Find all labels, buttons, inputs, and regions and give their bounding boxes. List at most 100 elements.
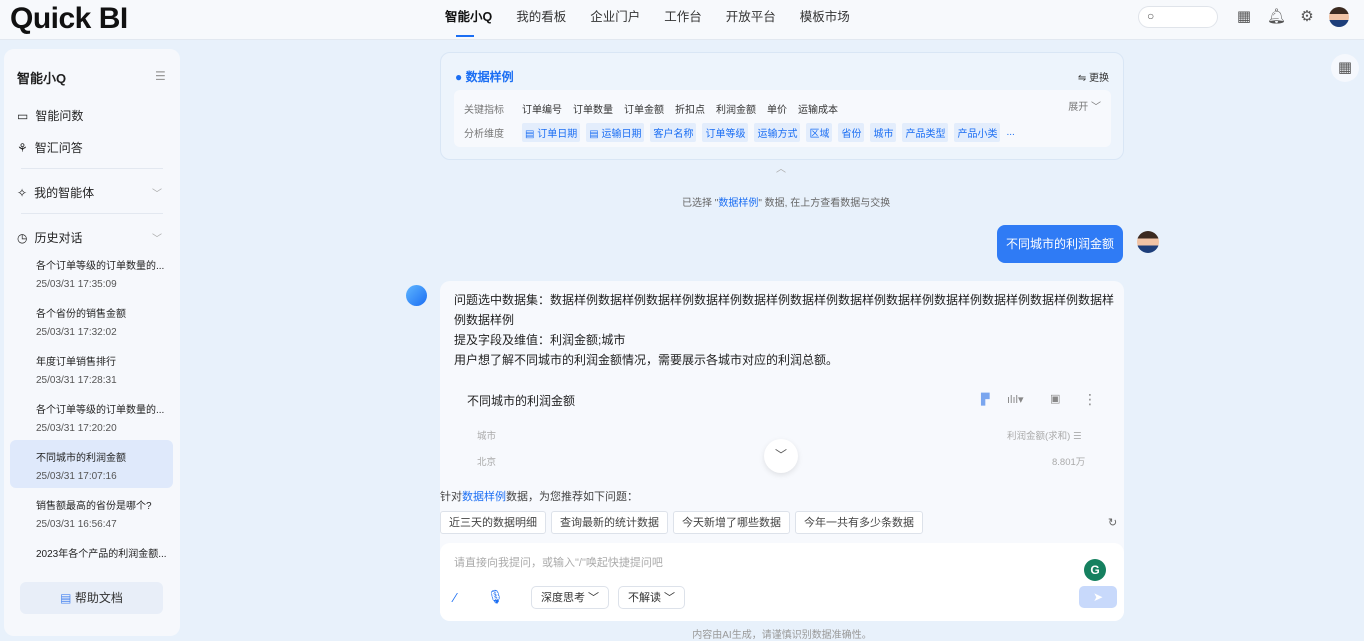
deep-think-select[interactable]: 深度思考 ﹀: [531, 586, 610, 609]
sidebar-item-label: 我的智能体: [34, 186, 95, 200]
column-header-profit[interactable]: 利润金额(求和) ☰: [1007, 428, 1081, 442]
chevron-down-icon[interactable]: ﹀: [152, 230, 162, 245]
history-title: 销售额最高的省份是哪个?: [36, 501, 152, 512]
dim-tag: ▤ 运输日期: [586, 123, 645, 142]
cell-city: 北京: [477, 457, 497, 468]
search-input[interactable]: ○: [1138, 6, 1218, 28]
chevron-down-icon[interactable]: ﹀: [152, 185, 162, 200]
column-header-city: 城市: [477, 431, 497, 442]
dataset-note: 已选择 "数据样例" 数据, 在上方查看数据与交换: [682, 198, 891, 209]
dim-tag: 运输方式: [754, 123, 801, 142]
dim-tag: 省份: [838, 123, 865, 142]
dim-tag: ▤ 订单日期: [522, 123, 581, 142]
history-item-selected[interactable]: 不同城市的利润金额 25/03/31 17:07:16: [10, 440, 173, 488]
history-title: 各个订单等级的订单数量的...: [36, 261, 165, 272]
nav-template-market[interactable]: 模板市场: [788, 0, 862, 40]
nav-smart-q[interactable]: 智能小Q: [445, 0, 504, 40]
user-message: 不同城市的利润金额: [997, 225, 1123, 263]
metrics-label: 关键指标: [464, 105, 504, 116]
history-date: 25/03/31 17:28:31: [36, 375, 117, 386]
main-nav: 智能小Q 我的看板 企业门户 工作台 开放平台 模板市场: [445, 0, 862, 40]
ai-disclaimer: 内容由AI生成，请谨慎识别数据准确性。: [692, 630, 872, 641]
input-placeholder: 请直接向我提问，或输入"/"唤起快捷提问吧: [454, 557, 663, 569]
suggestion-chip[interactable]: 近三天的数据明细: [440, 511, 546, 534]
search-icon: ○: [1147, 9, 1155, 23]
metric: 订单数量: [573, 105, 613, 116]
suggestion-chip[interactable]: 今年一共有多少条数据: [795, 511, 923, 534]
metric: 订单金额: [624, 105, 664, 116]
nav-my-boards[interactable]: 我的看板: [504, 0, 578, 40]
layout-grid-icon[interactable]: ▦: [1331, 54, 1359, 82]
avatar[interactable]: [1329, 7, 1349, 27]
nav-open-platform[interactable]: 开放平台: [714, 0, 788, 40]
more-dims[interactable]: ...: [1006, 127, 1014, 138]
chart-chat-icon: ▭: [17, 108, 29, 123]
answer-line: 用户想了解不同城市的利润金额情况，需要展示各城市对应的利润总额。: [454, 353, 839, 367]
history-item[interactable]: 销售额最高的省份是哪个? 25/03/31 16:56:47: [10, 488, 173, 536]
recommend-label: 针对数据样例数据，为您推荐如下问题：: [440, 491, 638, 503]
dataset-fields: 关键指标 订单编号 订单数量 订单金额 折扣点 利润金额 单价 运输成本 展开 …: [454, 90, 1111, 147]
metric: 运输成本: [798, 105, 838, 116]
assistant-answer: 问题选中数据集：数据样例数据样例数据样例数据样例数据样例数据样例数据样例数据样例…: [440, 281, 1124, 621]
microphone-icon[interactable]: 🎙︎: [487, 589, 504, 605]
sidebar-title: 智能小Q: [17, 71, 67, 86]
user-avatar: [1137, 231, 1159, 253]
send-icon: ➤: [1092, 590, 1104, 604]
magic-wand-icon[interactable]: ⁄: [454, 590, 456, 605]
switch-dataset-button[interactable]: ⇋ 更换: [1078, 69, 1109, 84]
dim-tag: 客户名称: [650, 123, 697, 142]
history-item[interactable]: 年度订单销售排行 25/03/31 17:28:31: [10, 344, 173, 392]
history-item[interactable]: 各个订单等级的订单数量的... 25/03/31 17:35:09: [10, 248, 173, 296]
send-button[interactable]: ➤: [1079, 586, 1117, 608]
sql-icon[interactable]: ▣: [1050, 392, 1060, 405]
dims-row: 分析维度 ▤ 订单日期 ▤ 运输日期 客户名称 订单等级 运输方式 区域 省份 …: [464, 123, 1015, 142]
nav-workbench[interactable]: 工作台: [652, 0, 714, 40]
sidebar-item-smart-query[interactable]: ▭ 智能问数: [17, 107, 83, 124]
sparkle-icon: ✧: [17, 185, 28, 200]
dim-tag: 城市: [870, 123, 897, 142]
top-bar: Quick BI 智能小Q 我的看板 企业门户 工作台 开放平台 模板市场 ○ …: [0, 0, 1364, 40]
dim-tag: 产品类型: [902, 123, 949, 142]
metric: 单价: [767, 105, 787, 116]
history-title: 年度订单销售排行: [36, 357, 116, 368]
bell-icon[interactable]: 🔔︎: [1267, 8, 1286, 26]
more-options-icon[interactable]: ⋮: [1083, 391, 1097, 408]
help-docs-button[interactable]: ▤ 帮助文档: [20, 582, 163, 614]
expand-label: 展开: [1068, 102, 1089, 113]
history-date: 25/03/31 17:32:02: [36, 327, 117, 338]
dataset-name[interactable]: ● 数据样例: [455, 68, 514, 85]
logo[interactable]: Quick BI: [10, 2, 128, 36]
grammarly-icon[interactable]: G: [1084, 559, 1106, 581]
metric: 订单编号: [522, 105, 562, 116]
result-card-title: 不同城市的利润金额: [467, 394, 576, 408]
gear-icon[interactable]: ⚙: [1298, 8, 1316, 26]
divider: [21, 213, 163, 214]
history-title: 不同城市的利润金额: [36, 453, 126, 464]
suggestion-chip[interactable]: 今天新增了哪些数据: [673, 511, 790, 534]
table-view-icon[interactable]: ▛: [981, 393, 989, 406]
expand-button[interactable]: 展开 ﹀: [1068, 98, 1101, 113]
suggestion-chip[interactable]: 查询最新的统计数据: [551, 511, 668, 534]
sidebar-item-history[interactable]: ◷ 历史对话: [17, 229, 83, 246]
dims-label: 分析维度: [464, 129, 504, 140]
collapse-menu-icon[interactable]: ☰: [155, 69, 166, 83]
sidebar-item-label: 智汇问答: [34, 141, 83, 155]
sidebar-item-label: 历史对话: [34, 231, 83, 245]
metrics-row: 关键指标 订单编号 订单数量 订单金额 折扣点 利润金额 单价 运输成本: [464, 101, 849, 116]
question-input[interactable]: 请直接向我提问，或输入"/"唤起快捷提问吧 G ⁄ 🎙︎ 深度思考 ﹀ 不解读 …: [440, 543, 1124, 621]
sidebar-item-label: 智能问数: [35, 109, 84, 123]
refresh-icon[interactable]: ↻: [1108, 516, 1117, 529]
nav-portal[interactable]: 企业门户: [578, 0, 652, 40]
history-title: 各个省份的销售金额: [36, 309, 126, 320]
history-item[interactable]: 各个省份的销售金额 25/03/31 17:32:02: [10, 296, 173, 344]
collapse-panel-icon[interactable]: ︿: [776, 160, 786, 175]
sidebar-item-agents[interactable]: ✧ 我的智能体: [17, 184, 94, 201]
bar-chart-dropdown-icon[interactable]: ılıl▾: [1007, 393, 1024, 406]
history-date: 25/03/31 17:20:20: [36, 423, 117, 434]
history-item[interactable]: 各个订单等级的订单数量的... 25/03/31 17:20:20: [10, 392, 173, 440]
scroll-down-button[interactable]: ﹀: [764, 439, 798, 473]
sidebar-item-smart-qa[interactable]: ⚘ 智汇问答: [17, 139, 83, 156]
history-item[interactable]: 2023年各个产品的利润金额...: [10, 536, 173, 584]
apps-grid-icon[interactable]: ▦: [1235, 8, 1253, 26]
interpret-select[interactable]: 不解读 ﹀: [618, 586, 686, 609]
